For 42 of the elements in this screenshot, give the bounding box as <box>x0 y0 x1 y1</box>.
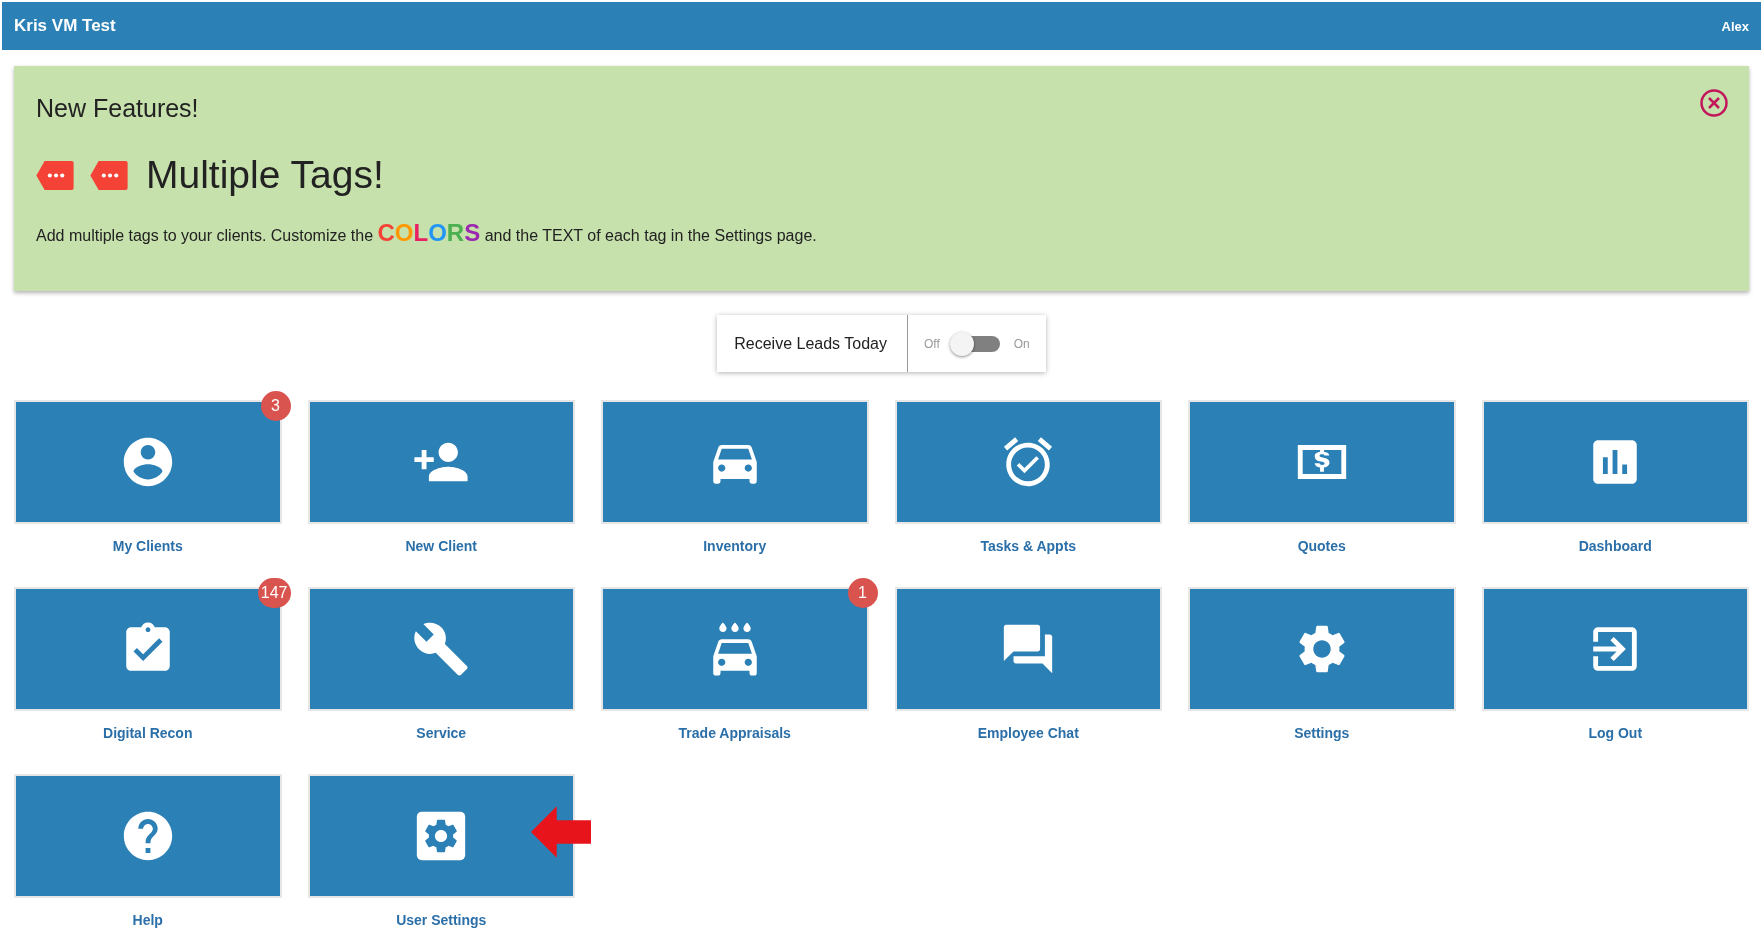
menu-tile[interactable] <box>307 400 575 524</box>
tag-icon <box>90 160 128 190</box>
tile-label[interactable]: Quotes <box>1297 538 1346 554</box>
tile-label[interactable]: Tasks & Appts <box>980 538 1077 554</box>
user-name[interactable]: Alex <box>1721 18 1749 34</box>
count-badge: 1 <box>847 578 878 608</box>
tag-icon <box>36 160 74 190</box>
tile-label[interactable]: Digital Recon <box>103 725 193 741</box>
menu-tile[interactable] <box>1188 400 1456 524</box>
app-title: Kris VM Test <box>14 16 116 36</box>
menu-tile[interactable] <box>307 587 575 711</box>
tile-label[interactable]: My Clients <box>112 538 183 554</box>
menu-tile[interactable] <box>894 400 1162 524</box>
menu-tile[interactable] <box>894 587 1162 711</box>
toggle-label: Receive Leads Today <box>717 315 908 372</box>
menu-tile[interactable] <box>14 400 282 524</box>
count-badge: 3 <box>260 391 291 421</box>
tile-label[interactable]: Service <box>416 725 467 741</box>
tile-label[interactable]: Log Out <box>1588 725 1643 741</box>
menu-tile[interactable] <box>1188 587 1456 711</box>
banner-title: Multiple Tags! <box>146 153 384 197</box>
tile-label[interactable]: User Settings <box>396 912 487 928</box>
tile-label[interactable]: Dashboard <box>1578 538 1652 554</box>
menu-tile[interactable] <box>307 774 575 898</box>
off-label: Off <box>923 336 940 351</box>
menu-tile[interactable] <box>1481 587 1749 711</box>
tile-label[interactable]: Help <box>132 912 163 928</box>
tile-label[interactable]: New Client <box>405 538 478 554</box>
tile-label[interactable]: Settings <box>1294 725 1350 741</box>
banner-text: Add multiple tags to your clients. Customize the COLORS and the TEXT of each tag in the Settings page. <box>36 219 818 247</box>
menu-tile[interactable] <box>14 774 282 898</box>
wrench-icon <box>412 620 471 678</box>
on-label: On <box>1013 336 1030 351</box>
banner-heading: New Features! <box>36 94 199 123</box>
close-icon[interactable] <box>1699 88 1729 118</box>
tile-label[interactable]: Inventory <box>703 538 767 554</box>
menu-tile[interactable] <box>601 400 869 524</box>
menu-tile[interactable] <box>1481 400 1749 524</box>
tile-label[interactable]: Employee Chat <box>977 725 1079 741</box>
menu-tile[interactable] <box>601 587 869 711</box>
tile-label[interactable]: Trade Appraisals <box>678 725 791 741</box>
count-badge: 147 <box>257 578 291 608</box>
